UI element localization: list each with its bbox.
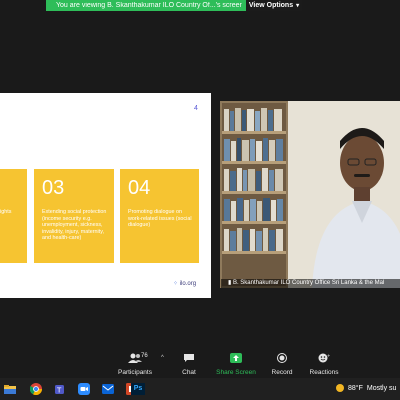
zoom-icon[interactable] bbox=[78, 383, 90, 395]
share-screen-icon bbox=[230, 353, 242, 363]
reactions-label: Reactions bbox=[309, 369, 339, 376]
participants-icon bbox=[128, 353, 142, 363]
sun-icon bbox=[336, 384, 344, 392]
participants-label: Participants bbox=[118, 369, 152, 376]
chat-label: Chat bbox=[182, 369, 196, 376]
file-explorer-icon[interactable] bbox=[4, 383, 16, 395]
photoshop-label: Ps bbox=[133, 385, 143, 392]
reactions-button[interactable]: + Reactions bbox=[296, 353, 352, 376]
participant-video[interactable] bbox=[220, 101, 400, 288]
card-text: Promoting dialogue on work-related issue… bbox=[128, 209, 192, 228]
card-number: 03 bbox=[42, 177, 65, 199]
share-screen-label: Share Screen bbox=[216, 369, 256, 376]
weather-widget[interactable]: 88°F Mostly su bbox=[336, 384, 396, 392]
outlook-icon[interactable] bbox=[102, 383, 114, 395]
record-label: Record bbox=[271, 369, 293, 376]
banner-text: You are viewing B. Skanthakumar ILO Coun… bbox=[56, 2, 242, 9]
shared-slide: 4 ights 03 Extending social protection (… bbox=[0, 93, 211, 298]
teams-icon[interactable]: T bbox=[54, 383, 66, 395]
screen-share-banner: You are viewing B. Skanthakumar ILO Coun… bbox=[46, 0, 302, 11]
chevron-down-icon: ▾ bbox=[296, 3, 300, 9]
slide-page-number: 4 bbox=[194, 105, 198, 112]
participant-count: 76 bbox=[141, 353, 148, 359]
ilo-logo: ⁘ ilo.org bbox=[173, 280, 196, 287]
zoom-window: You are viewing B. Skanthakumar ILO Coun… bbox=[0, 0, 400, 400]
participant-name-label: ▮ B. Skanthakumar ILO Country Office Sri… bbox=[221, 279, 400, 288]
participant-name-text: B. Skanthakumar ILO Country Office Sri L… bbox=[232, 280, 385, 286]
weather-temp: 88°F bbox=[348, 384, 363, 392]
card-text: Extending social protection (income secu… bbox=[42, 209, 107, 241]
chat-icon bbox=[184, 354, 194, 362]
smiley-icon: + bbox=[318, 353, 330, 363]
svg-text:T: T bbox=[56, 387, 62, 395]
participants-button[interactable]: Participants bbox=[107, 353, 163, 376]
slide-card: 04 Promoting dialogue on work-related is… bbox=[120, 169, 199, 263]
chrome-icon[interactable] bbox=[30, 383, 42, 395]
ilo-logo-text: ilo.org bbox=[179, 281, 197, 287]
record-icon bbox=[277, 353, 287, 363]
card-text: ights bbox=[0, 209, 12, 215]
weather-description: Mostly su bbox=[366, 384, 397, 392]
view-options-label: View Options bbox=[248, 2, 294, 9]
slide-card: ights bbox=[0, 169, 27, 263]
slide-card: 03 Extending social protection (income s… bbox=[34, 169, 114, 263]
ilo-dot-icon: ⁘ bbox=[173, 281, 180, 287]
photoshop-icon[interactable]: Ps bbox=[131, 383, 145, 395]
view-options-button[interactable]: View Options ▾ bbox=[246, 0, 302, 11]
svg-text:+: + bbox=[327, 353, 330, 358]
video-frame-image bbox=[220, 101, 400, 288]
card-number: 04 bbox=[128, 177, 151, 199]
